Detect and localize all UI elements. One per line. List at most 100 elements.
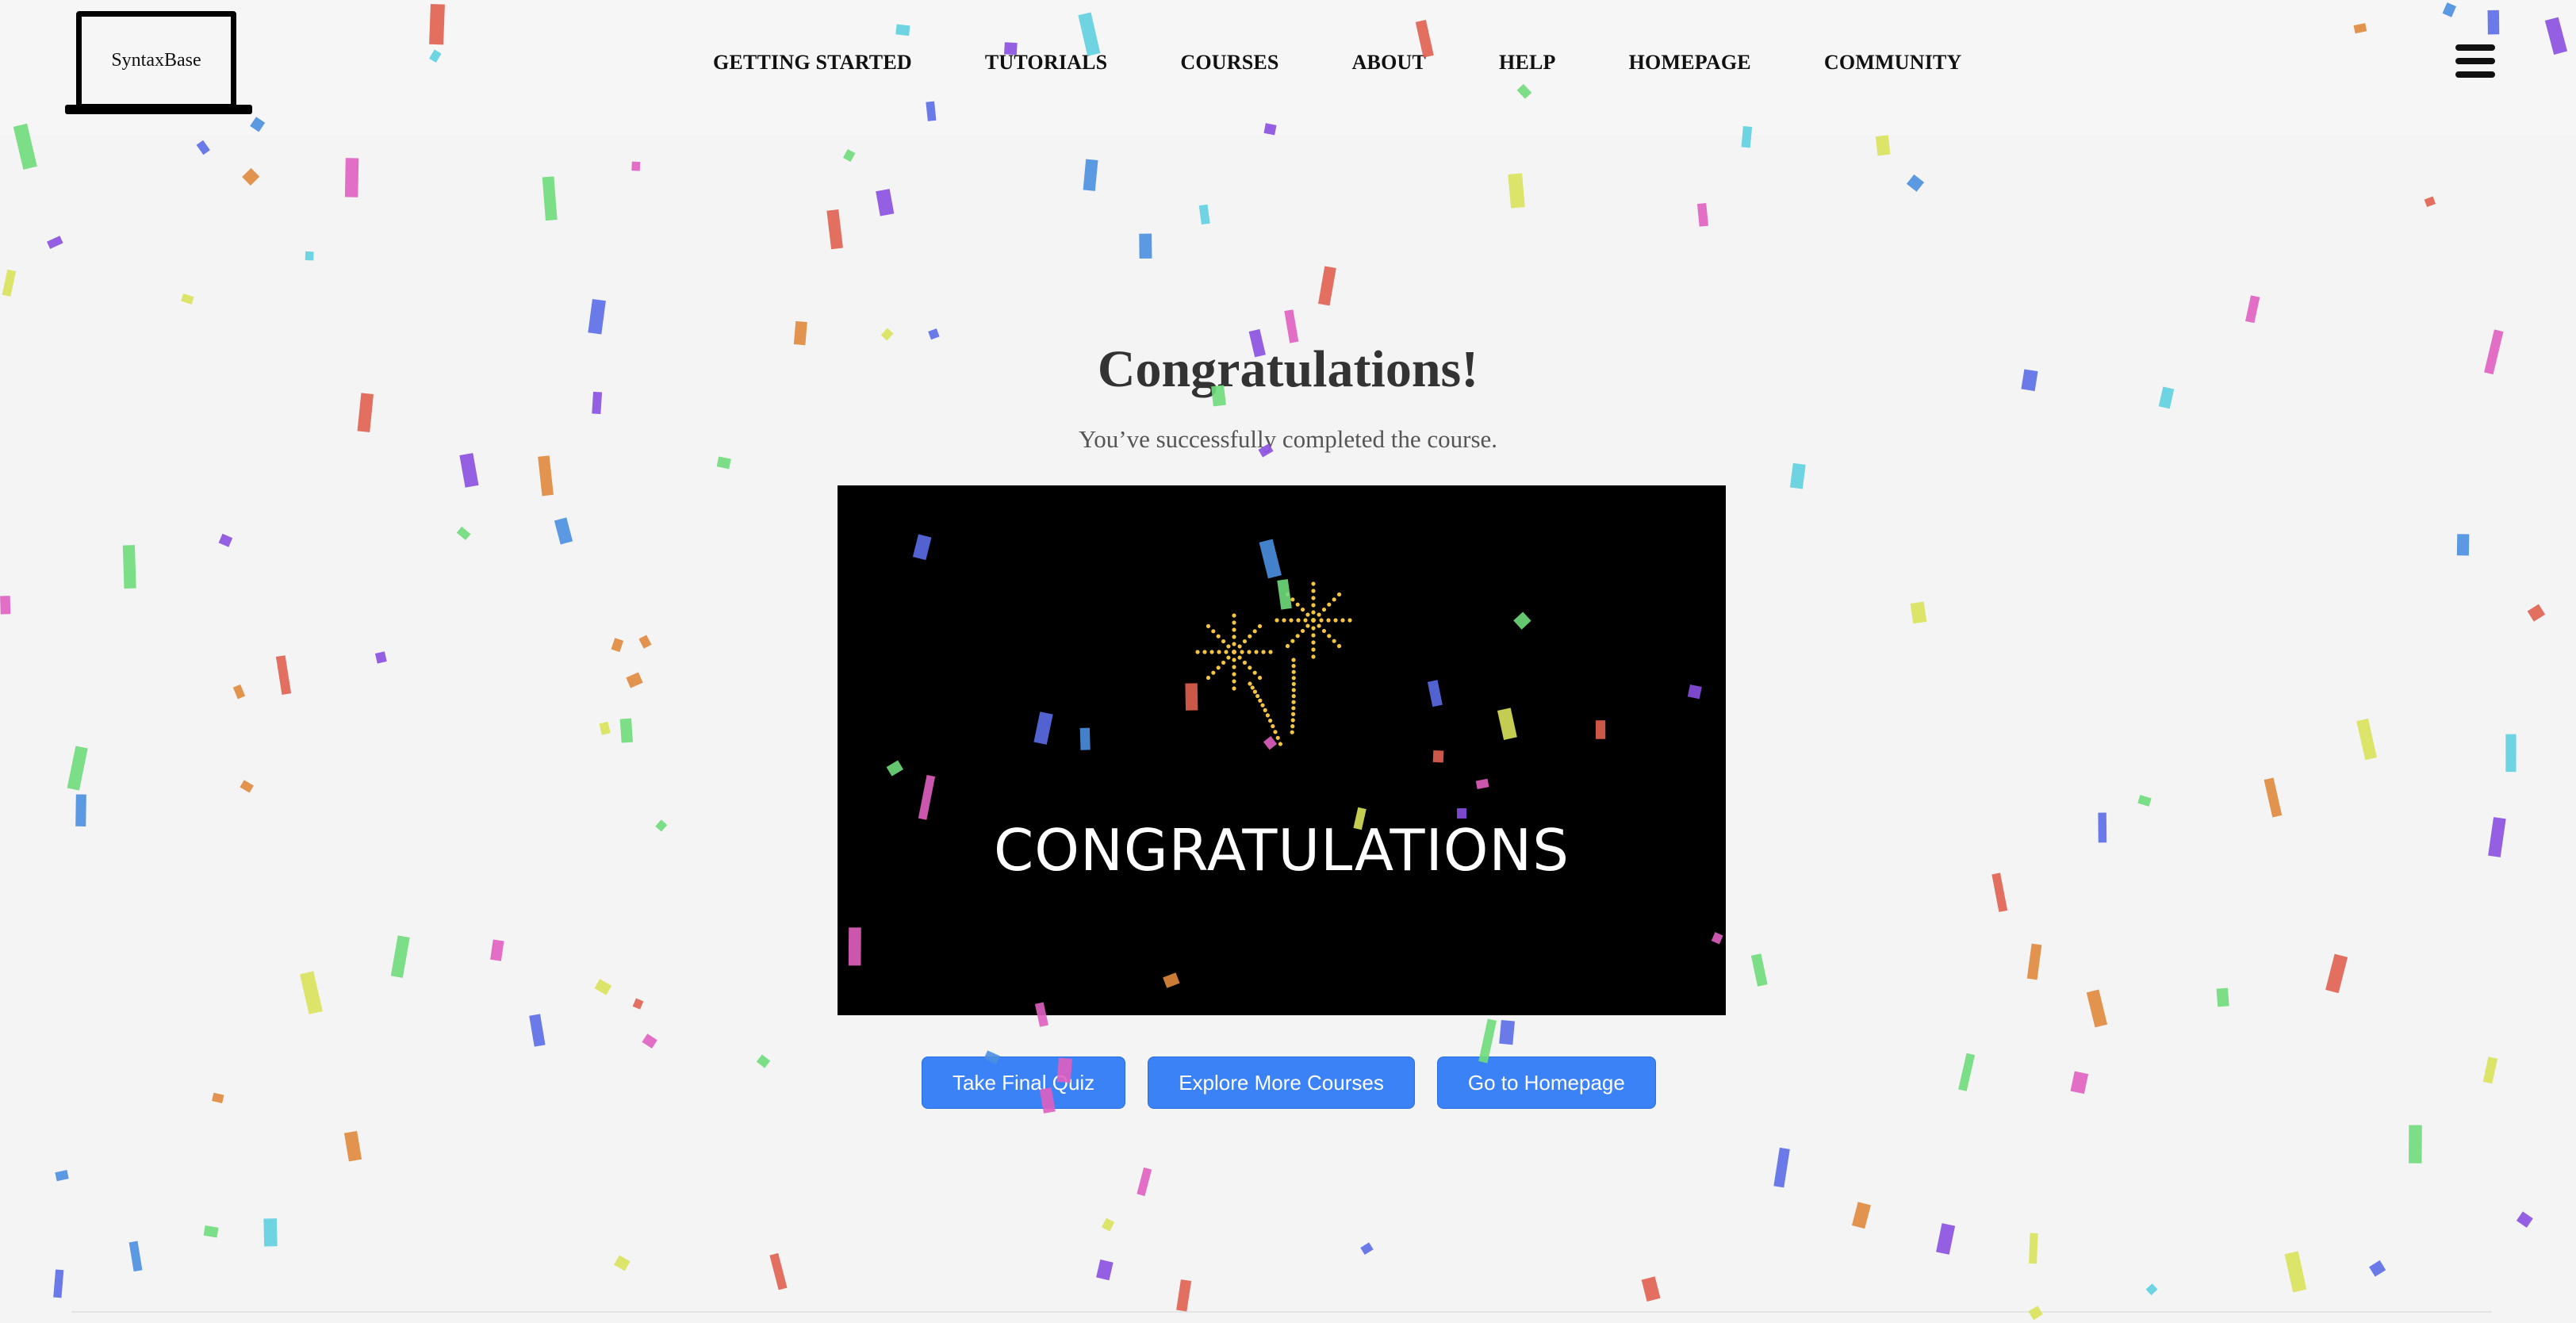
go-to-homepage-button[interactable]: Go to Homepage — [1436, 1056, 1656, 1109]
confetti-piece — [1773, 1147, 1790, 1188]
confetti-piece — [1851, 1202, 1871, 1229]
menu-bar — [2455, 58, 2495, 64]
confetti-piece — [614, 1255, 631, 1271]
confetti-piece — [542, 176, 558, 221]
confetti-piece — [2482, 1056, 2498, 1084]
footer-divider — [71, 1311, 2492, 1313]
confetti-piece — [1360, 1242, 1374, 1256]
confetti-piece — [456, 526, 471, 541]
confetti-piece — [1176, 1279, 1192, 1312]
confetti-piece — [769, 1252, 788, 1290]
confetti-piece — [1906, 174, 1925, 192]
confetti-piece — [1875, 135, 1891, 156]
confetti-piece — [2325, 953, 2348, 994]
confetti-piece — [1096, 1259, 1114, 1281]
site-header: SyntaxBase GETTING STARTED TUTORIALS COU… — [0, 0, 2576, 135]
confetti-piece — [588, 299, 606, 335]
confetti-piece — [1198, 204, 1210, 225]
confetti-piece — [0, 596, 11, 615]
main-nav: GETTING STARTED TUTORIALS COURSES ABOUT … — [713, 51, 1962, 75]
hamburger-menu-icon[interactable] — [2455, 44, 2495, 78]
confetti-piece — [2527, 604, 2546, 622]
confetti-piece — [1499, 1019, 1515, 1045]
nav-help[interactable]: HELP — [1499, 51, 1556, 75]
confetti-piece — [1936, 1223, 1956, 1255]
logo-text: SyntaxBase — [111, 49, 201, 71]
confetti-piece — [642, 1033, 657, 1049]
confetti-piece — [756, 1054, 771, 1068]
confetti-piece — [240, 780, 254, 793]
confetti-piece — [2028, 1306, 2043, 1321]
confetti-piece — [2369, 1260, 2386, 1277]
nav-about[interactable]: ABOUT — [1352, 51, 1426, 75]
nav-courses[interactable]: COURSES — [1180, 51, 1278, 75]
confetti-piece — [212, 1092, 224, 1104]
confetti-piece — [1318, 266, 1336, 306]
action-buttons: Take Final Quiz Explore More Courses Go … — [922, 1056, 1656, 1109]
confetti-piece — [490, 939, 504, 961]
confetti-piece — [2488, 817, 2506, 857]
page-title: Congratulations! — [1097, 340, 1479, 398]
confetti-piece — [1083, 159, 1098, 191]
confetti-piece — [275, 655, 292, 695]
confetti-piece — [305, 251, 314, 261]
confetti-piece — [619, 718, 633, 743]
confetti-piece — [2264, 777, 2283, 818]
confetti-piece — [632, 998, 644, 1010]
nav-getting-started[interactable]: GETTING STARTED — [713, 51, 912, 75]
confetti-piece — [554, 517, 573, 545]
logo-laptop-screen: SyntaxBase — [76, 11, 236, 109]
confetti-piece — [2070, 1071, 2089, 1095]
take-final-quiz-button[interactable]: Take Final Quiz — [922, 1056, 1126, 1109]
confetti-piece — [218, 533, 233, 547]
confetti-piece — [1102, 1218, 1115, 1232]
confetti-piece — [1750, 953, 1768, 987]
confetti-piece — [611, 638, 624, 653]
confetti-piece — [374, 651, 387, 664]
confetti-piece — [122, 545, 136, 589]
confetti-piece — [594, 979, 612, 995]
confetti-piece — [75, 794, 86, 826]
confetti-piece — [2456, 534, 2470, 556]
logo-laptop-base — [65, 105, 252, 114]
confetti-piece — [626, 672, 643, 688]
confetti-piece — [1139, 233, 1152, 259]
confetti-piece — [2086, 989, 2108, 1028]
confetti-piece — [1910, 601, 1927, 624]
confetti-piece — [1284, 309, 1299, 343]
confetti-piece — [2245, 295, 2260, 324]
fireworks-graphic — [1195, 581, 1352, 746]
confetti-piece — [263, 1218, 278, 1247]
congratulations-video[interactable]: CONGRATULATIONS — [838, 485, 1726, 1015]
confetti-piece — [599, 721, 611, 735]
menu-bar — [2455, 44, 2495, 51]
nav-tutorials[interactable]: TUTORIALS — [985, 51, 1108, 75]
confetti-piece — [343, 1130, 362, 1162]
confetti-piece — [655, 819, 668, 832]
confetti-piece — [1696, 202, 1709, 227]
confetti-piece — [638, 635, 652, 649]
confetti-piece — [876, 189, 895, 217]
confetti-piece — [196, 140, 210, 155]
confetti-piece — [2098, 812, 2107, 843]
confetti-piece — [2026, 943, 2042, 980]
confetti-piece — [1789, 462, 1806, 489]
confetti-piece — [2145, 1283, 2158, 1296]
confetti-piece — [67, 746, 88, 791]
confetti-piece — [2424, 196, 2436, 208]
confetti-piece — [242, 167, 260, 186]
confetti-piece — [344, 158, 359, 197]
site-logo[interactable]: SyntaxBase — [65, 11, 252, 117]
confetti-piece — [390, 935, 410, 978]
confetti-piece — [928, 328, 940, 340]
explore-more-courses-button[interactable]: Explore More Courses — [1148, 1056, 1415, 1109]
nav-community[interactable]: COMMUNITY — [1824, 51, 1962, 75]
confetti-piece — [1137, 1167, 1152, 1196]
confetti-piece — [1508, 173, 1525, 209]
confetti-piece — [2505, 734, 2517, 773]
confetti-piece — [2137, 795, 2152, 807]
confetti-piece — [1641, 1276, 1661, 1302]
nav-homepage[interactable]: HOMEPAGE — [1629, 51, 1751, 75]
confetti-piece — [2, 269, 17, 297]
menu-bar — [2455, 71, 2495, 78]
